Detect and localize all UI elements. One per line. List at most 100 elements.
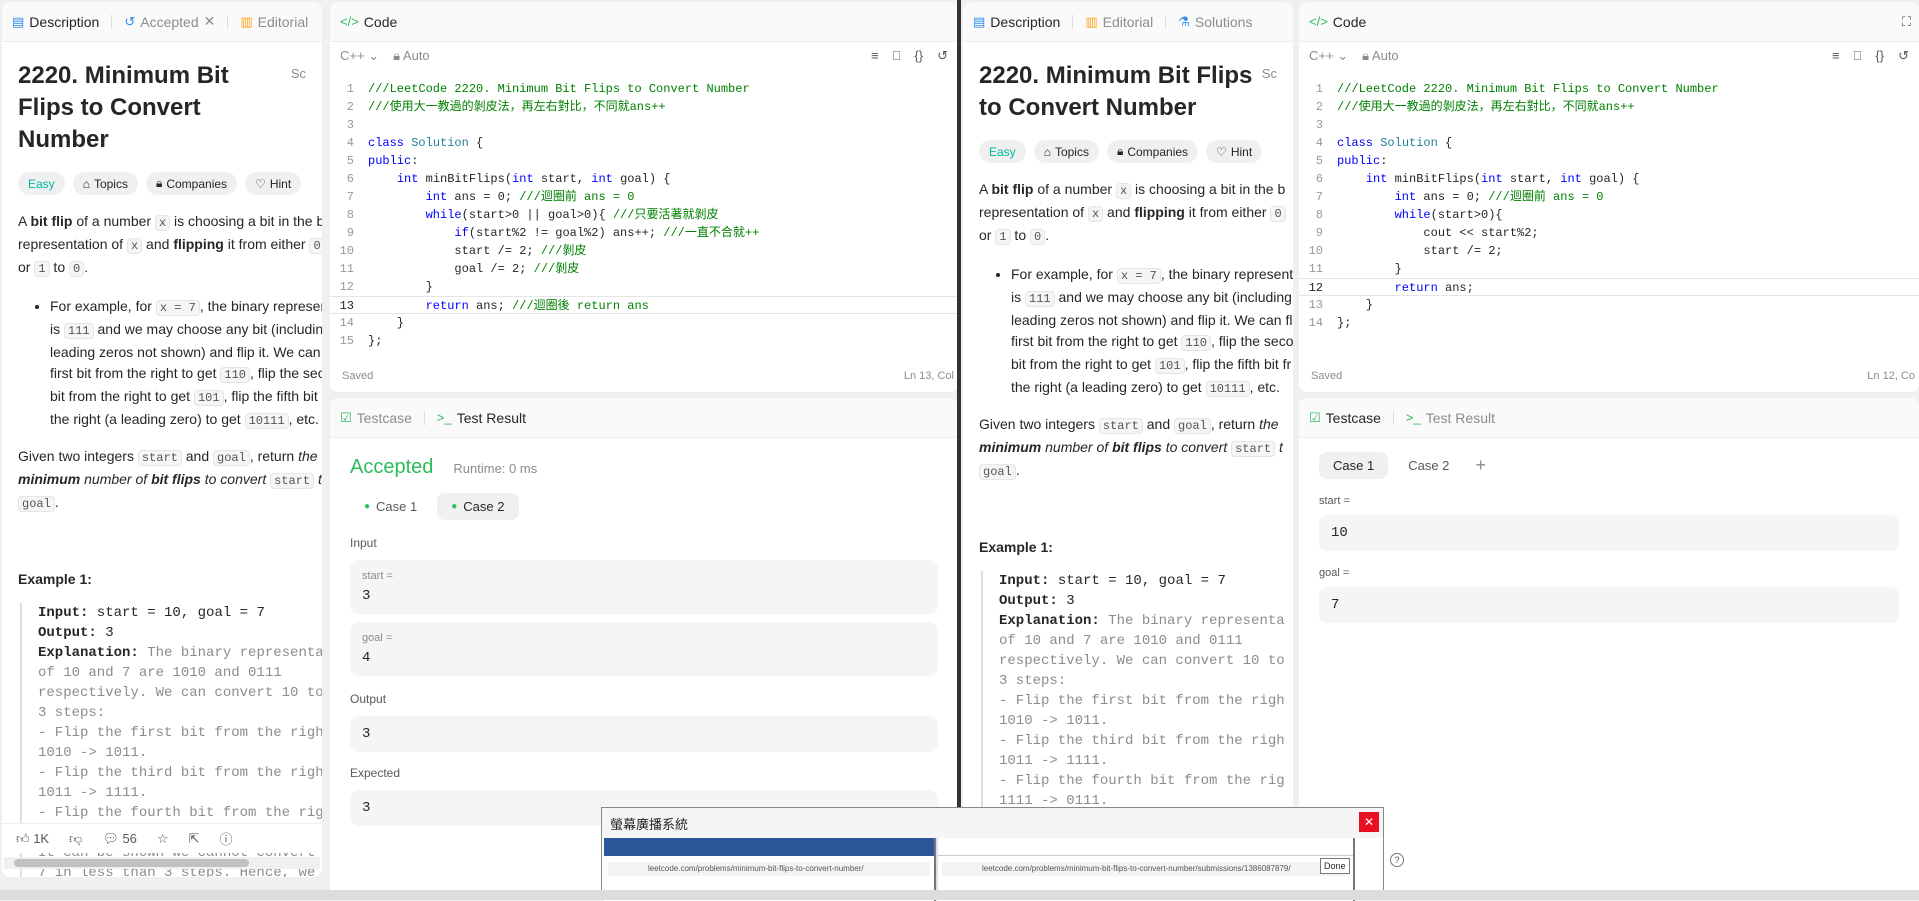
maximize-icon[interactable]: ⛶ (1902, 14, 1911, 30)
line-number: 8 (346, 208, 354, 222)
auto-toggle[interactable]: 🔒︎ Auto (393, 48, 430, 64)
lightbulb-icon: ♡ (255, 176, 266, 191)
code-line[interactable]: 12 return ans; (1299, 278, 1919, 296)
scrollbar-thumb[interactable] (14, 859, 249, 867)
description-paragraph-1: A bit flip of a number x is choosing a b… (18, 211, 322, 280)
code-line[interactable]: 5 public: (1299, 152, 1919, 170)
code-line[interactable]: 1 ///LeetCode 2220. Minimum Bit Flips to … (1299, 80, 1919, 98)
code-line[interactable]: 10 start /= 2; ///剝皮 (330, 242, 958, 260)
comments-button[interactable]: 💬︎ 56 (102, 831, 137, 847)
code-line[interactable]: 7 int ans = 0; ///迴圈前 ans = 0 (330, 188, 958, 206)
code-line[interactable]: 3 (1299, 116, 1919, 134)
code-text: while(start>0 || goal>0){ ///只要活著就剝皮 (425, 208, 719, 222)
code-line[interactable]: 10 start /= 2; (1299, 242, 1919, 260)
code-line[interactable]: 6 int minBitFlips(int start, int goal) { (330, 170, 958, 188)
case-2-button[interactable]: ● Case 2 (437, 493, 519, 520)
code-line[interactable]: 12 } (330, 278, 958, 296)
braces-icon[interactable]: {} (1875, 48, 1884, 64)
format-icon[interactable]: ≡ (871, 48, 879, 64)
code-tabbar-right: </> Code ⛶ (1299, 2, 1919, 42)
star-icon[interactable]: ☆ (157, 831, 169, 847)
close-icon[interactable]: ✕ (204, 13, 216, 30)
topics-label: Topics (93, 176, 128, 191)
tab-code[interactable]: </> Code (340, 14, 397, 30)
popup-close-button[interactable]: ✕ (1359, 812, 1379, 832)
code-line[interactable]: 3 (330, 116, 958, 134)
bookmark-icon[interactable]: ⎕ (1854, 48, 1862, 64)
goal-label: goal = (1319, 567, 1350, 579)
case-1-button[interactable]: ● Case 1 (350, 493, 431, 520)
goal-input[interactable]: 7 (1319, 587, 1899, 623)
code-line[interactable]: 4 class Solution { (330, 134, 958, 152)
like-button[interactable]: 👍︎ 1K (16, 831, 49, 847)
terminal-icon: >_ (436, 410, 452, 425)
code-line[interactable]: 5 public: (330, 152, 958, 170)
case-1-button[interactable]: Case 1 (1319, 452, 1389, 479)
code-line[interactable]: 8 while(start>0 || goal>0){ ///只要活著就剝皮 (330, 206, 958, 224)
code-line[interactable]: 2 ///使用大一教過的剝皮法，再左右對比，不同就ans++ (1299, 98, 1919, 116)
tab-editorial[interactable]: ▥ Editorial (1085, 14, 1153, 30)
tab-solutions[interactable]: ⚗ Solutions (1178, 14, 1252, 30)
code-line[interactable]: 13 return ans; ///迴圈後 return ans (330, 296, 958, 314)
line-number: 6 (346, 172, 354, 186)
tab-testcase[interactable]: ☑ Testcase (1309, 410, 1381, 426)
code-line[interactable]: 9 cout << start%2; (1299, 224, 1919, 242)
language-select[interactable]: C++ ⌄ (340, 48, 379, 64)
code-line[interactable]: 11 } (1299, 260, 1919, 278)
reset-icon[interactable]: ↺ (937, 48, 948, 64)
tab-accepted[interactable]: ↺ Accepted ✕ (124, 13, 215, 30)
lock-icon: 🔒︎ (1362, 48, 1370, 63)
left-browser-window: ▤ Description ↺ Accepted ✕ ▥ Editorial 2… (0, 0, 958, 900)
topics-button[interactable]: ⌂ Topics (72, 172, 138, 195)
lightbulb-icon: ♡ (1216, 144, 1227, 159)
hint-button[interactable]: ♡ Hint (245, 172, 302, 195)
line-number: 14 (339, 316, 354, 330)
code-line[interactable]: 14 } (330, 314, 958, 332)
code-line[interactable]: 15}; (330, 332, 958, 350)
code-line[interactable]: 1 ///LeetCode 2220. Minimum Bit Flips to … (330, 80, 958, 98)
topics-button[interactable]: ⌂ Topics (1033, 140, 1099, 163)
reset-icon[interactable]: ↺ (1898, 48, 1909, 64)
companies-button[interactable]: 🔒︎ Companies (1106, 140, 1199, 163)
tab-description[interactable]: ▤ Description (12, 14, 99, 30)
auto-toggle[interactable]: 🔒︎ Auto (1362, 48, 1399, 64)
tab-description[interactable]: ▤ Description (973, 14, 1060, 30)
bookmark-icon[interactable]: ⎕ (893, 48, 901, 64)
code-line[interactable]: 9 if(start%2 != goal%2) ans++; ///一直不合就+… (330, 224, 958, 242)
code-line[interactable]: 2 ///使用大一教過的剝皮法，再左右對比，不同就ans++ (330, 98, 958, 116)
companies-button[interactable]: 🔒︎ Companies (145, 172, 238, 195)
tab-separator (227, 14, 229, 29)
hint-button[interactable]: ♡ Hint (1206, 140, 1263, 163)
code-editor[interactable]: 1 ///LeetCode 2220. Minimum Bit Flips to … (1299, 80, 1919, 332)
dislike-icon[interactable]: 👎︎ (69, 831, 82, 847)
code-line[interactable]: 6 int minBitFlips(int start, int goal) { (1299, 170, 1919, 188)
code-editor[interactable]: 1 ///LeetCode 2220. Minimum Bit Flips to … (330, 80, 958, 350)
help-icon[interactable]: ⓘ (219, 829, 232, 848)
code-line[interactable]: 14}; (1299, 314, 1919, 332)
start-value: 3 (362, 588, 371, 604)
tab-code[interactable]: </> Code (1309, 14, 1366, 30)
description-icon: ▤ (973, 13, 986, 29)
code-line[interactable]: 11 goal /= 2; ///剝皮 (330, 260, 958, 278)
add-case-button[interactable]: + (1475, 455, 1486, 476)
horizontal-scrollbar[interactable] (4, 857, 320, 869)
help-circle-icon[interactable]: ? (1390, 853, 1404, 867)
tab-test-result-label: Test Result (1425, 409, 1495, 426)
share-icon[interactable]: ⇱ (189, 831, 200, 847)
start-input[interactable]: 10 (1319, 515, 1899, 551)
code-line[interactable]: 8 while(start>0){ (1299, 206, 1919, 224)
braces-icon[interactable]: {} (914, 48, 923, 64)
format-icon[interactable]: ≡ (1832, 48, 1840, 64)
language-select[interactable]: C++ ⌄ (1309, 48, 1348, 64)
code-line[interactable]: 7 int ans = 0; ///迴圈前 ans = 0 (1299, 188, 1919, 206)
tab-test-result[interactable]: >_ Test Result (1406, 410, 1495, 426)
tab-editorial[interactable]: ▥ Editorial (240, 14, 308, 30)
code-line[interactable]: 4 class Solution { (1299, 134, 1919, 152)
case-2-button[interactable]: Case 2 (1394, 452, 1463, 479)
tab-separator (1392, 410, 1394, 425)
tab-testcase[interactable]: ☑ Testcase (340, 410, 412, 426)
tab-test-result[interactable]: >_ Test Result (437, 410, 526, 426)
tab-separator (111, 14, 113, 29)
code-line[interactable]: 13 } (1299, 296, 1919, 314)
editor-toolbar: C++ ⌄ 🔒︎ Auto ≡ ⎕ {} ↺ (330, 42, 958, 70)
